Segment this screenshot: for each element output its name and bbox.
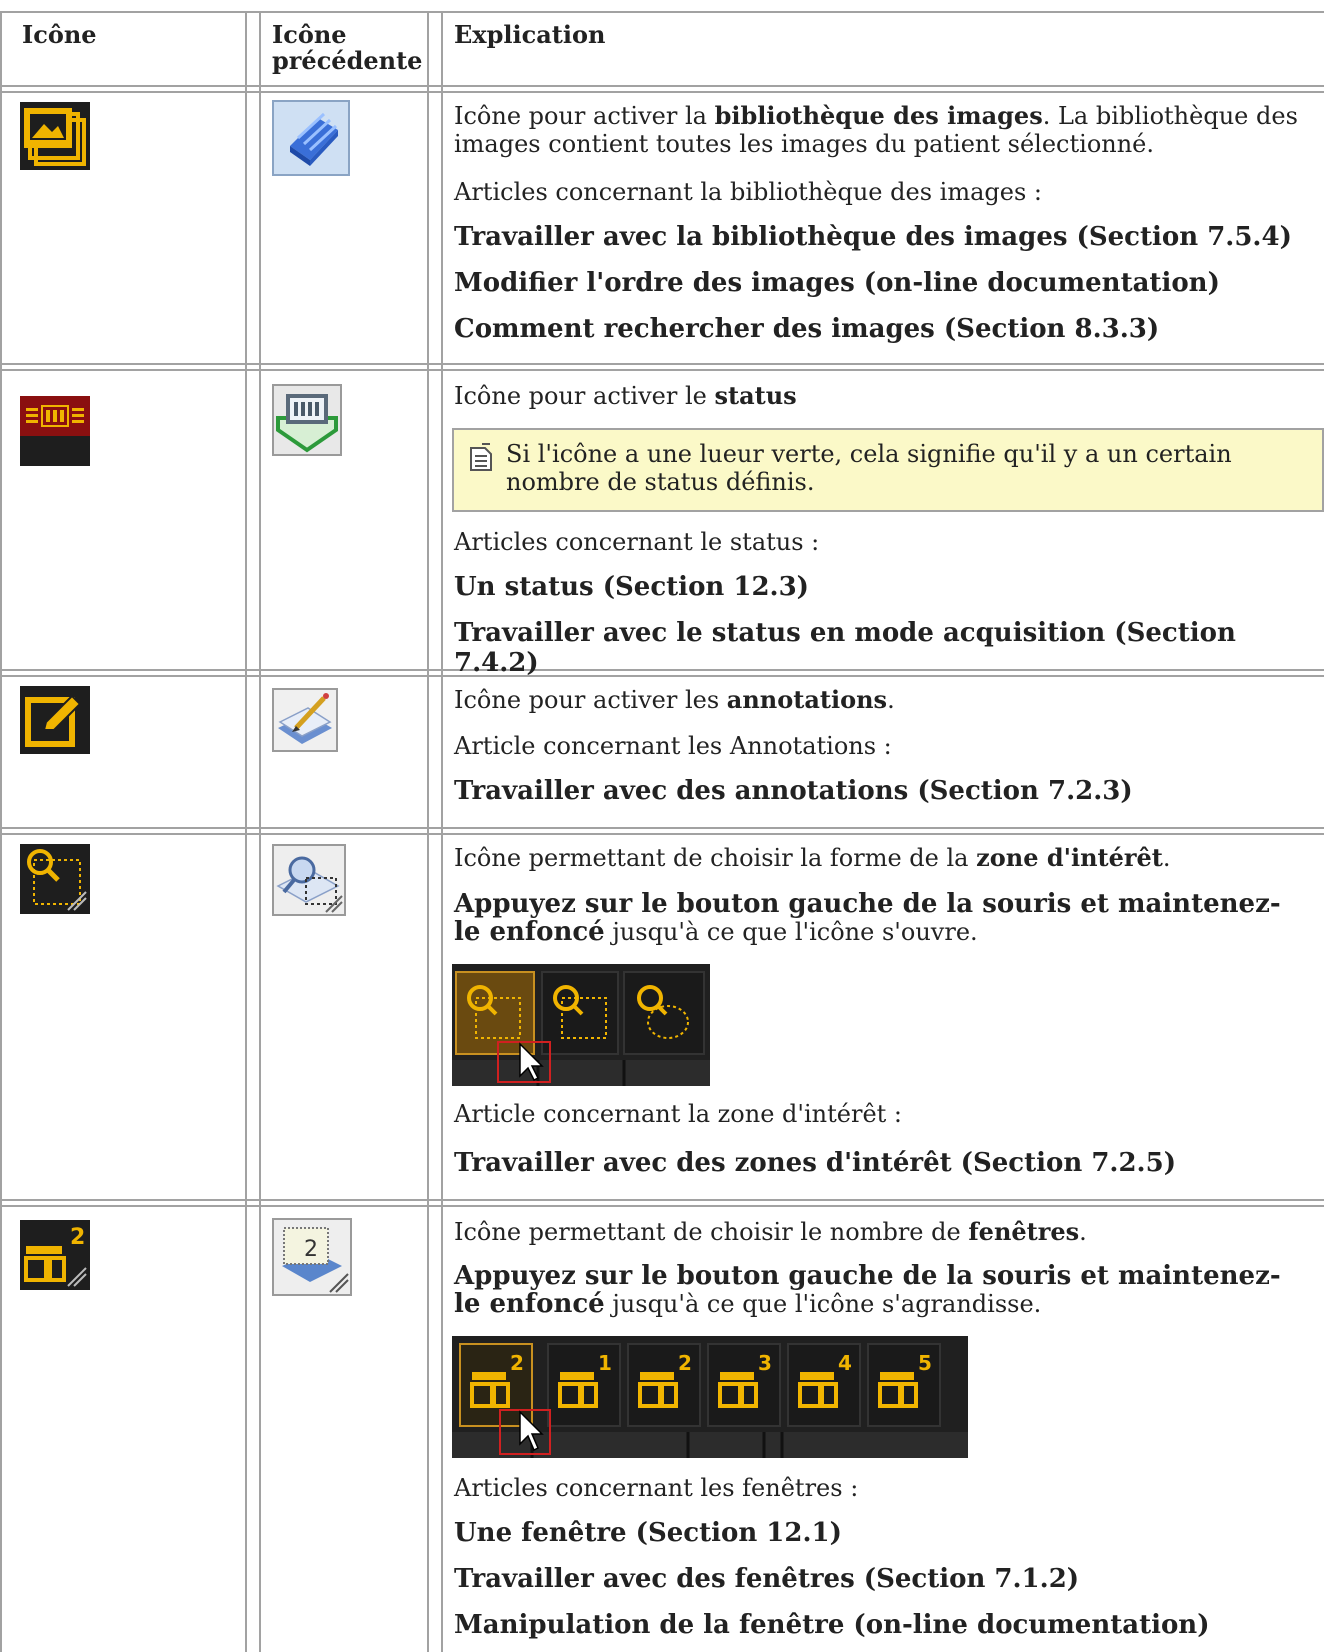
windows-count-icon: 2: [20, 1220, 90, 1290]
annotations-icon: [20, 686, 90, 754]
row2-intro: Icône pour activer le status: [454, 381, 797, 411]
old-images-library-icon: [272, 100, 350, 176]
row1-link-1[interactable]: Travailler avec la bibliothèque des imag…: [454, 222, 1314, 252]
window-option-5[interactable]: 5: [867, 1343, 941, 1427]
row5-intro: Icône permettant de choisir le nombre de…: [454, 1217, 1087, 1247]
status-icon: [20, 396, 90, 466]
note-icon: [470, 443, 492, 471]
info-note: Si l'icône a une lueur verte, cela signi…: [452, 428, 1324, 512]
row1-link-3[interactable]: Comment rechercher des images (Section 8…: [454, 314, 1314, 344]
old-annotations-icon: [272, 688, 338, 752]
row4-link-1[interactable]: Travailler avec des zones d'intérêt (Sec…: [454, 1148, 1314, 1178]
zone-shape-menu-screenshot: [452, 964, 710, 1086]
row1-intro: Icône pour activer la bibliothèque des i…: [454, 101, 1298, 159]
window-option-number: 2: [678, 1351, 692, 1375]
row5-articles-label: Articles concernant les fenêtres :: [454, 1474, 859, 1502]
window-option-4[interactable]: 4: [787, 1343, 861, 1427]
window-option-1[interactable]: 1: [547, 1343, 621, 1427]
old-windows-count-icon: 2: [272, 1218, 352, 1296]
window-option-2[interactable]: 2: [627, 1343, 701, 1427]
note-text: Si l'icône a une lueur verte, cela signi…: [506, 440, 1232, 496]
window-option-number: 3: [758, 1351, 772, 1375]
row1-link-2[interactable]: Modifier l'ordre des images (on-line doc…: [454, 268, 1314, 298]
row4-intro: Icône permettant de choisir la forme de …: [454, 843, 1171, 873]
window-option-number: 4: [838, 1351, 852, 1375]
images-library-icon: [20, 102, 90, 170]
zone-of-interest-icon: [20, 844, 90, 914]
header-icon: Icône: [22, 20, 97, 49]
old-zone-of-interest-icon: [272, 844, 346, 916]
row3-link-1[interactable]: Travailler avec des annotations (Section…: [454, 776, 1314, 806]
window-option-number: 2: [510, 1351, 524, 1375]
row3-intro: Icône pour activer les annotations.: [454, 685, 895, 715]
row4-instruction: Appuyez sur le bouton gauche de la souri…: [454, 889, 1281, 947]
row2-link-2[interactable]: Travailler avec le status en mode acquis…: [454, 618, 1314, 678]
row4-articles-label: Article concernant la zone d'intérêt :: [454, 1100, 903, 1128]
row2-articles-label: Articles concernant le status :: [454, 528, 820, 556]
row5-link-1[interactable]: Une fenêtre (Section 12.1): [454, 1518, 1314, 1548]
windows-menu-screenshot: 2 1 2 3 4 5: [452, 1336, 968, 1458]
row5-instruction: Appuyez sur le bouton gauche de la souri…: [454, 1261, 1281, 1319]
row2-link-1[interactable]: Un status (Section 12.3): [454, 572, 1314, 602]
row5-link-3[interactable]: Manipulation de la fenêtre (on-line docu…: [454, 1610, 1314, 1640]
window-option-3[interactable]: 3: [707, 1343, 781, 1427]
window-option-number: 5: [918, 1351, 932, 1375]
windows-count-number: 2: [70, 1225, 85, 1250]
header-explanation: Explication: [454, 20, 606, 49]
row5-link-2[interactable]: Travailler avec des fenêtres (Section 7.…: [454, 1564, 1314, 1594]
old-status-icon: [272, 384, 342, 456]
header-previous-icon: Icône précédente: [272, 20, 423, 75]
window-option-number: 1: [598, 1351, 612, 1375]
row3-articles-label: Article concernant les Annotations :: [454, 732, 892, 760]
old-windows-count-number: 2: [304, 1237, 318, 1262]
row1-articles-label: Articles concernant la bibliothèque des …: [454, 178, 1042, 206]
